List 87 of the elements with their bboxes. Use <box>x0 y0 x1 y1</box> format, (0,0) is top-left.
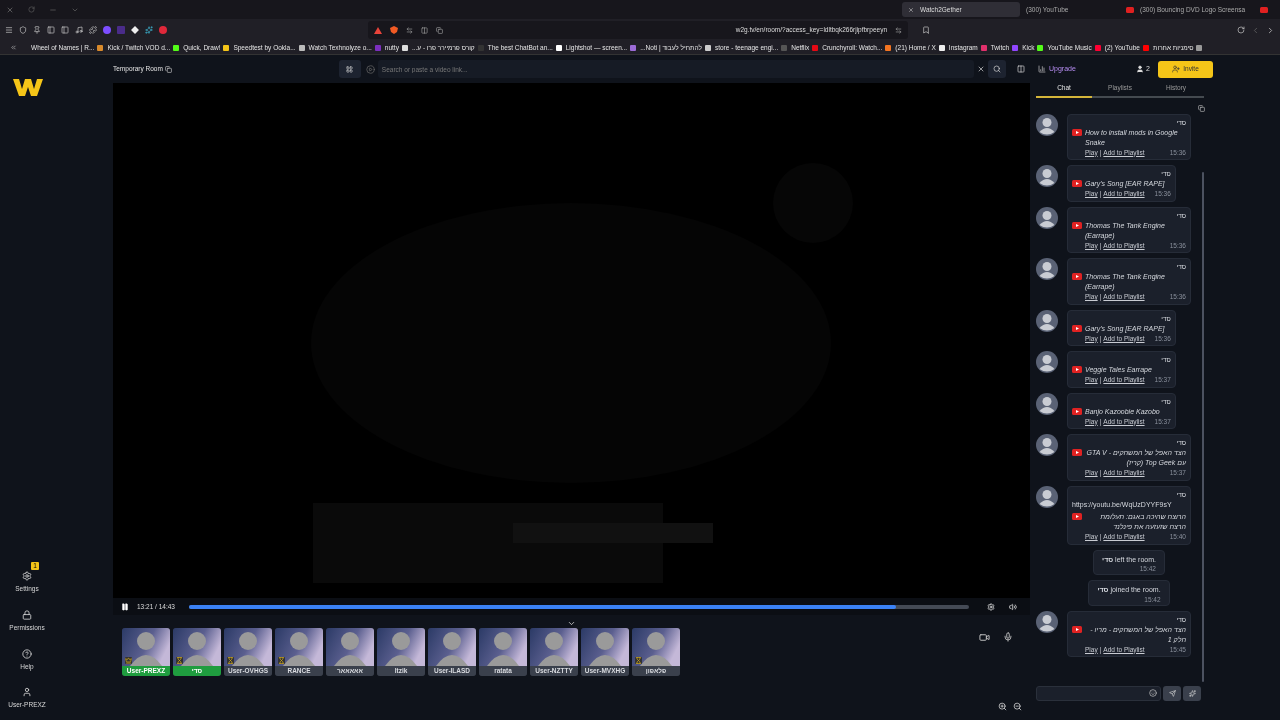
user-avatar-drawing <box>224 628 272 666</box>
user-avatar-drawing <box>122 628 170 666</box>
video-play-icon <box>1072 513 1082 520</box>
video-play-icon <box>1072 366 1082 373</box>
zoom-in-icon[interactable] <box>998 702 1007 711</box>
avatar-icon <box>1036 610 1058 633</box>
zoom-out-icon[interactable] <box>1013 702 1022 711</box>
avatar-icon <box>1036 434 1058 457</box>
settings-icon <box>22 571 32 581</box>
emoji-icon[interactable] <box>1149 689 1157 698</box>
user-avatar-drawing <box>581 628 629 666</box>
drop-icon[interactable] <box>159 26 167 34</box>
menu-icon[interactable] <box>5 26 13 34</box>
add-user-icon <box>1172 65 1181 73</box>
hourglass-icon <box>227 657 234 664</box>
hourglass-icon <box>635 657 642 664</box>
lock-icon <box>22 609 32 620</box>
user-icon <box>1136 65 1145 73</box>
youtube-icon <box>1126 6 1134 13</box>
help-icon <box>22 648 32 659</box>
chart-icon <box>1038 65 1046 73</box>
popout-icon[interactable] <box>1198 104 1205 112</box>
settings-icon[interactable] <box>986 602 995 611</box>
avatar-icon <box>1036 309 1058 332</box>
video-play-icon <box>1072 407 1082 415</box>
bookmark-icon[interactable] <box>922 26 930 34</box>
puzzle-icon[interactable] <box>89 26 97 34</box>
grid-icon <box>346 65 354 73</box>
panel-icon[interactable] <box>47 26 55 34</box>
music-icon[interactable] <box>75 26 83 34</box>
microphone-icon[interactable] <box>1003 632 1013 642</box>
sidebar-icon[interactable] <box>61 26 69 34</box>
user-avatar-drawing <box>530 628 578 666</box>
user-avatar-drawing <box>275 628 323 666</box>
shield-icon[interactable] <box>19 26 27 34</box>
user-icon <box>22 687 32 698</box>
video-play-icon <box>1072 625 1082 633</box>
avatar-icon <box>1036 392 1058 415</box>
avatar-icon <box>1036 258 1058 281</box>
pause-icon[interactable] <box>121 602 129 611</box>
user-avatar-drawing <box>173 628 221 666</box>
close-tab-icon[interactable] <box>908 6 914 13</box>
user-avatar-drawing <box>326 628 374 666</box>
avatar-icon <box>1036 485 1058 508</box>
hourglass-icon <box>176 657 183 664</box>
pin-icon[interactable] <box>33 26 41 34</box>
send-button[interactable] <box>1163 685 1181 701</box>
triangle-icon[interactable] <box>374 26 382 34</box>
search-icon <box>993 65 1001 73</box>
clear-icon[interactable] <box>977 65 985 73</box>
video-play-icon <box>1072 449 1082 456</box>
shield-badge-icon[interactable] <box>390 26 398 34</box>
user-avatar-drawing <box>428 628 476 666</box>
youtube-icon <box>1260 6 1268 13</box>
layout-icon <box>1017 65 1025 73</box>
grid-button[interactable] <box>338 60 361 78</box>
video-play-icon <box>1072 324 1082 332</box>
logo-icon[interactable] <box>12 77 43 97</box>
play-circle-icon <box>365 64 375 74</box>
avatar-icon <box>1036 206 1058 229</box>
copy-icon[interactable] <box>164 65 172 73</box>
avatar-icon <box>1036 351 1058 374</box>
screen-icon[interactable] <box>421 26 428 34</box>
diamond-icon[interactable] <box>131 26 139 34</box>
video-play-icon <box>1072 128 1082 136</box>
video-play-icon <box>1072 273 1082 280</box>
effects-button[interactable] <box>1183 685 1201 701</box>
camera-icon[interactable] <box>979 632 990 643</box>
user-avatar-drawing <box>377 628 425 666</box>
hourglass-icon <box>278 657 285 664</box>
forward-icon[interactable] <box>1266 25 1275 35</box>
send-icon <box>1168 689 1176 697</box>
crown-icon <box>125 657 132 664</box>
chat-input[interactable] <box>1036 685 1161 701</box>
avatar-icon <box>1036 113 1058 136</box>
volume-icon[interactable] <box>1008 602 1017 611</box>
user-avatar-drawing <box>632 628 680 666</box>
chevron-down-icon[interactable] <box>567 619 576 628</box>
copy-icon[interactable] <box>436 26 443 34</box>
search-button[interactable] <box>988 60 1006 78</box>
user-avatar-drawing <box>479 628 527 666</box>
avatar-icon <box>1036 165 1058 188</box>
more-bookmarks-icon[interactable] <box>10 44 17 51</box>
video-play-icon <box>1072 180 1082 187</box>
close-icon[interactable] <box>6 5 14 14</box>
video-play-icon <box>1072 221 1082 229</box>
circle-icon[interactable] <box>103 26 111 34</box>
